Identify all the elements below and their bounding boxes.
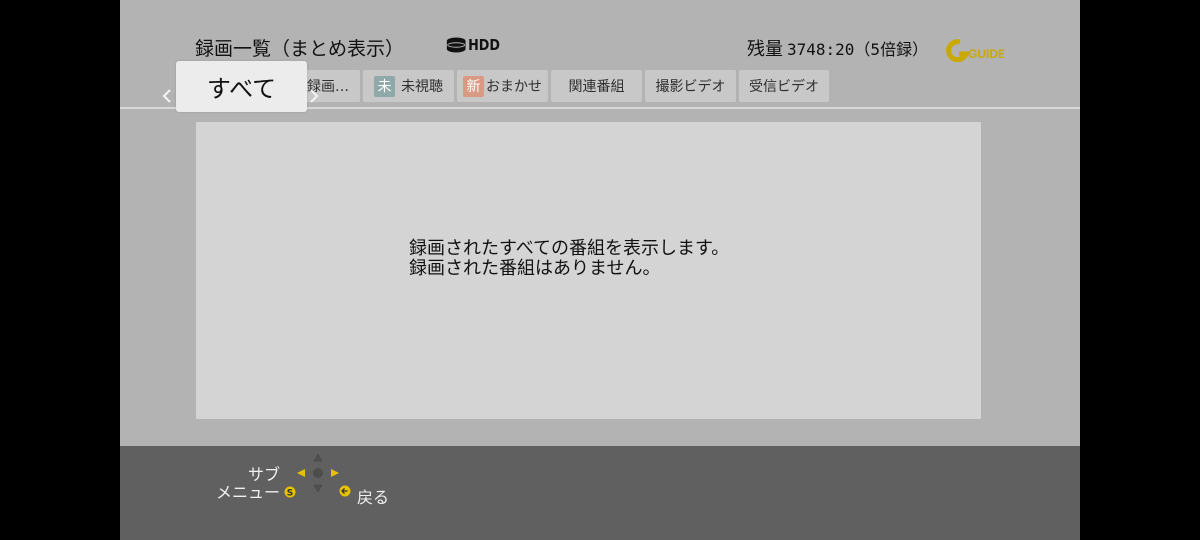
dpad-icon <box>297 453 339 493</box>
gguide-logo-icon: GUIDE <box>946 39 1004 62</box>
back-label[interactable]: 戻る <box>357 484 389 508</box>
tab-label: 関連番組 <box>568 79 625 95</box>
chevron-left-icon[interactable] <box>162 88 172 104</box>
empty-message: 録画されたすべての番組を表示します。 録画された番組はありません。 <box>409 239 729 279</box>
footer-guide: サブ メニュー S 戻る <box>120 446 1080 540</box>
remaining-capacity: 残量 3748:20（5倍録） <box>747 35 928 61</box>
tab-omakase[interactable]: 新 おまかせ <box>457 70 548 102</box>
recordings-screen: 録画一覧（まとめ表示） HDD 残量 3748:20（5倍録） GUIDE 最新録… <box>120 0 1080 540</box>
svg-text:S: S <box>287 489 293 499</box>
remaining-value: 3748:20（5倍録） <box>787 40 929 59</box>
new-badge-icon: 新 <box>463 75 484 97</box>
source-label: HDD <box>468 36 500 54</box>
tab-label: おまかせ <box>486 79 542 95</box>
storage-source: HDD <box>446 36 500 54</box>
tab-label: 撮影ビデオ <box>655 79 726 95</box>
submenu-label-line1: サブ <box>247 465 280 484</box>
tab-all[interactable]: すべて <box>176 61 307 112</box>
chevron-right-icon[interactable] <box>309 88 319 104</box>
tab-label: すべて <box>206 75 277 103</box>
submenu-hint[interactable]: サブ メニュー <box>208 466 280 502</box>
recordings-list-panel: 録画されたすべての番組を表示します。 録画された番組はありません。 <box>196 122 981 419</box>
tab-received-video[interactable]: 受信ビデオ <box>739 70 829 102</box>
gguide-logo-text: GUIDE <box>968 47 1004 61</box>
tab-label: 受信ビデオ <box>749 79 819 95</box>
tab-unwatched[interactable]: 未 未視聴 <box>363 70 454 102</box>
empty-message-line1: 録画されたすべての番組を表示します。 <box>409 238 730 259</box>
submenu-label-line2: メニュー <box>215 483 280 502</box>
tab-label: 未視聴 <box>401 79 443 95</box>
remaining-label: 残量 <box>747 39 783 60</box>
page-title: 録画一覧（まとめ表示） <box>195 38 405 60</box>
unwatched-badge-icon: 未 <box>374 75 395 97</box>
empty-message-line2: 録画された番組はありません。 <box>409 258 661 279</box>
tab-related-programs[interactable]: 関連番組 <box>551 70 642 102</box>
tab-camera-video[interactable]: 撮影ビデオ <box>645 70 736 102</box>
back-button-icon <box>339 485 351 497</box>
hdd-icon <box>446 37 466 53</box>
